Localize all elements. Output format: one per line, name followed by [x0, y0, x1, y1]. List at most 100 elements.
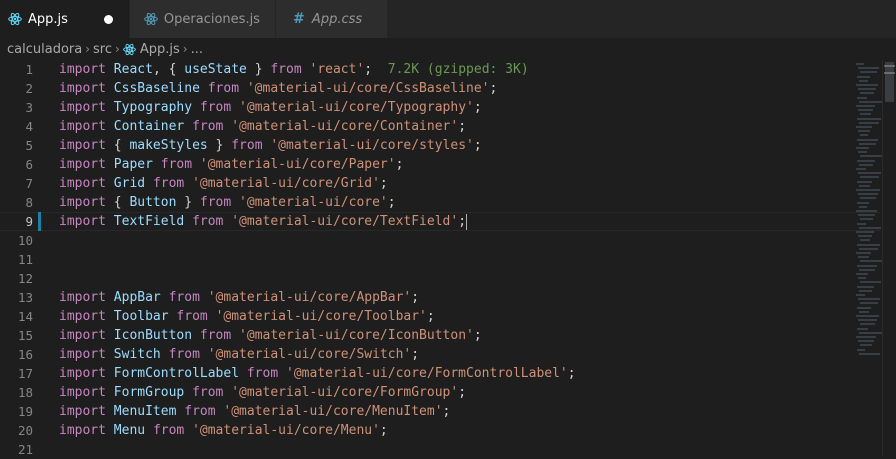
code-text[interactable]: import { Button } from '@material-ui/cor…	[59, 193, 396, 212]
tab-app-css[interactable]: # App.css	[275, 0, 388, 38]
code-line[interactable]: 20 import Menu from '@material-ui/core/Me…	[0, 421, 880, 440]
minimap-line	[856, 231, 874, 233]
code-text[interactable]: import Grid from '@material-ui/core/Grid…	[59, 174, 388, 193]
breadcrumb-item-file[interactable]: App.js	[140, 42, 180, 57]
code-token: '@material-ui/core/Switch'	[207, 347, 412, 362]
minimap-line	[856, 63, 864, 65]
line-number: 12	[17, 271, 33, 286]
code-text[interactable]: import React, { useState } from 'react';…	[59, 60, 529, 79]
code-token: ;	[379, 423, 388, 438]
code-token: from	[192, 119, 224, 134]
breadcrumb-item-folder[interactable]: calculadora	[7, 42, 82, 57]
code-line[interactable]: 3 import Typography from '@material-ui/co…	[0, 98, 880, 117]
code-line[interactable]: 8 import { Button } from '@material-ui/co…	[0, 193, 880, 212]
code-token: from	[192, 385, 224, 400]
minimap-line	[856, 315, 879, 317]
code-line[interactable]: 17 import FormControlLabel from '@materia…	[0, 364, 880, 383]
code-text[interactable]: import Paper from '@material-ui/core/Pap…	[59, 155, 403, 174]
code-line[interactable]: 18 import FormGroup from '@material-ui/co…	[0, 383, 880, 402]
tab-operaciones-js[interactable]: Operaciones.js	[129, 0, 276, 38]
code-text[interactable]: import Menu from '@material-ui/core/Menu…	[59, 421, 388, 440]
minimap-line	[859, 289, 872, 292]
text-cursor	[466, 213, 468, 230]
code-token: , {	[152, 62, 185, 77]
code-token: import	[59, 214, 106, 229]
line-number: 7	[25, 176, 33, 191]
code-text[interactable]: import TextField from '@material-ui/core…	[59, 212, 468, 231]
code-line[interactable]: 21	[0, 440, 880, 459]
code-token: ;	[387, 195, 396, 210]
code-token: from	[168, 290, 200, 305]
code-token: from	[184, 404, 216, 419]
minimap-line	[860, 176, 879, 179]
code-line[interactable]: 13 import AppBar from '@material-ui/core/…	[0, 288, 880, 307]
breadcrumb-item-symbol[interactable]: ...	[191, 42, 203, 57]
code-line[interactable]: 9 import TextField from '@material-ui/cor…	[0, 212, 880, 231]
line-number: 4	[25, 119, 33, 134]
code-text[interactable]: import Typography from '@material-ui/cor…	[59, 98, 482, 117]
minimap-line	[860, 323, 875, 326]
minimap-line	[859, 352, 880, 355]
code-text[interactable]: import Toolbar from '@material-ui/core/T…	[59, 307, 435, 326]
minimap[interactable]	[856, 60, 884, 456]
code-line[interactable]: 2 import CssBaseline from '@material-ui/c…	[0, 79, 880, 98]
vertical-scrollbar[interactable]	[882, 60, 896, 456]
code-line[interactable]: 1 import React, { useState } from 'react'…	[0, 60, 880, 79]
unsaved-dot-icon[interactable]	[103, 14, 113, 24]
code-token: useState	[184, 62, 247, 77]
minimap-line	[860, 239, 870, 242]
code-token: '@material-ui/core/MenuItem'	[223, 404, 443, 419]
code-token: from	[231, 138, 263, 153]
code-token: '@material-ui/core/Typography'	[239, 100, 474, 115]
code-token: 'react'	[309, 62, 365, 77]
code-token: import	[59, 290, 106, 305]
minimap-line	[859, 79, 868, 82]
code-line[interactable]: 14 import Toolbar from '@material-ui/core…	[0, 307, 880, 326]
code-text[interactable]: import AppBar from '@material-ui/core/Ap…	[59, 288, 419, 307]
code-token: import	[59, 157, 106, 172]
breadcrumb-item-src[interactable]: src	[93, 42, 112, 57]
import-cost-hint: 7.2K (gzipped: 3K)	[387, 62, 529, 77]
code-line[interactable]: 19 import MenuItem from '@material-ui/cor…	[0, 402, 880, 421]
code-token: '@material-ui/core/AppBar'	[207, 290, 412, 305]
code-text[interactable]: import { makeStyles } from '@material-ui…	[59, 136, 482, 155]
code-token: from	[199, 195, 232, 210]
code-token: from	[160, 157, 193, 172]
code-line[interactable]: 5 import { makeStyles } from '@material-u…	[0, 136, 880, 155]
code-text[interactable]: import FormControlLabel from '@material-…	[59, 364, 576, 383]
code-line[interactable]: 4 import Container from '@material-ui/cor…	[0, 117, 880, 136]
tab-app-js[interactable]: App.js	[0, 0, 130, 38]
code-token: {	[105, 138, 130, 153]
code-text[interactable]: import FormGroup from '@material-ui/core…	[59, 383, 466, 402]
line-number: 13	[17, 290, 33, 305]
code-line[interactable]: 11	[0, 250, 880, 269]
code-line[interactable]: 15 import IconButton from '@material-ui/c…	[0, 326, 880, 345]
code-line[interactable]: 6 import Paper from '@material-ui/core/Pa…	[0, 155, 880, 174]
code-text[interactable]: import IconButton from '@material-ui/cor…	[59, 326, 482, 345]
code-line[interactable]: 7 import Grid from '@material-ui/core/Gri…	[0, 174, 880, 193]
code-token: import	[59, 119, 106, 134]
code-text[interactable]: import MenuItem from '@material-ui/core/…	[59, 402, 450, 421]
code-line[interactable]: 12	[0, 269, 880, 288]
code-token: ;	[364, 62, 388, 77]
code-token: import	[59, 309, 106, 324]
code-line[interactable]: 10	[0, 231, 880, 250]
code-text[interactable]: import CssBaseline from '@material-ui/co…	[59, 79, 497, 98]
code-token: from	[199, 328, 232, 343]
code-editor[interactable]: 1 import React, { useState } from 'react'…	[0, 60, 896, 459]
code-text[interactable]: import Switch from '@material-ui/core/Sw…	[59, 345, 419, 364]
code-line[interactable]: 16 import Switch from '@material-ui/core/…	[0, 345, 880, 364]
minimap-line	[856, 105, 875, 107]
code-text[interactable]: import Container from '@material-ui/core…	[59, 117, 466, 136]
scrollbar-thumb[interactable]	[885, 62, 894, 102]
